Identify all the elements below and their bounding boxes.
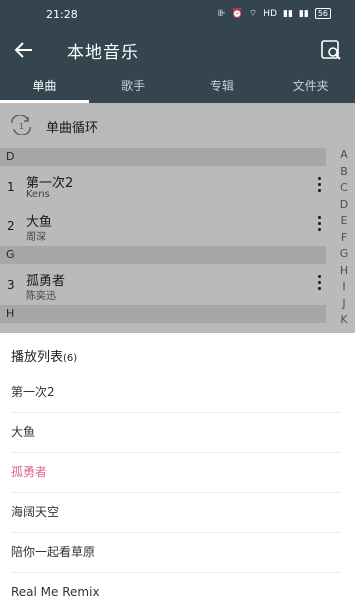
- tab-albums[interactable]: 专辑: [178, 70, 267, 103]
- index-letter[interactable]: A: [337, 147, 351, 164]
- song-index: 3: [7, 278, 15, 292]
- playlist-item[interactable]: 大鱼: [11, 412, 341, 453]
- section-header-d: D: [0, 148, 326, 166]
- index-letter[interactable]: E: [337, 213, 351, 230]
- play-mode-label: 单曲循环: [46, 121, 99, 136]
- alphabet-index[interactable]: A B C D E F G H I J K: [337, 147, 351, 329]
- song-artist: Kens: [26, 189, 50, 200]
- song-row[interactable]: 3 孤勇者 陈奕迅: [0, 265, 340, 304]
- index-letter[interactable]: G: [337, 246, 351, 263]
- playlist-item[interactable]: 陪你一起看草原: [11, 532, 341, 573]
- section-header-g: G: [0, 246, 326, 264]
- wifi-icon: ⌔: [248, 9, 258, 19]
- song-row[interactable]: 1 第一次2 Kens: [0, 167, 340, 206]
- index-letter[interactable]: F: [337, 230, 351, 247]
- playlist-title-text: 播放列表: [11, 350, 64, 365]
- song-artist: 周深: [26, 232, 46, 243]
- index-letter[interactable]: D: [337, 197, 351, 214]
- playlist-title: 播放列表(6): [11, 346, 77, 365]
- battery-icon: 56: [314, 8, 331, 19]
- index-letter[interactable]: B: [337, 164, 351, 181]
- section-header-h: H: [0, 305, 326, 323]
- status-icons: ⊪ ⏰ ⌔ HD ▮▮ ▮▮ 56: [218, 8, 331, 19]
- playlist-count: (6): [63, 353, 78, 364]
- status-bar: 21:28 ⊪ ⏰ ⌔ HD ▮▮ ▮▮ 56: [0, 0, 355, 30]
- index-letter[interactable]: J: [337, 296, 351, 313]
- signal-icon: ▮▮: [283, 8, 293, 19]
- tab-folders[interactable]: 文件夹: [266, 70, 355, 103]
- song-index: 1: [7, 180, 15, 194]
- alarm-icon: ⏰: [231, 8, 243, 19]
- tab-songs[interactable]: 单曲: [0, 70, 89, 103]
- signal2-icon: ▮▮: [298, 8, 309, 19]
- title-bar: 本地音乐: [0, 30, 355, 70]
- playlist-item[interactable]: 第一次2: [11, 372, 341, 413]
- play-mode-row[interactable]: 1 单曲循环: [0, 103, 355, 148]
- song-row[interactable]: 2 大鱼 周深: [0, 206, 340, 245]
- more-options-icon[interactable]: [314, 175, 324, 197]
- tab-bar: 单曲 歌手 专辑 文件夹: [0, 70, 355, 103]
- playlist-item[interactable]: Real Me Remix: [11, 572, 341, 612]
- svg-text:1: 1: [19, 122, 24, 131]
- page-title: 本地音乐: [67, 43, 139, 63]
- search-icon[interactable]: [319, 38, 343, 62]
- song-index: 2: [7, 219, 15, 233]
- repeat-one-icon: 1: [11, 115, 31, 135]
- back-arrow-icon[interactable]: [13, 39, 35, 61]
- playlist-item-current[interactable]: 孤勇者: [11, 452, 341, 493]
- playlist-item[interactable]: 海阔天空: [11, 492, 341, 533]
- index-letter[interactable]: I: [337, 279, 351, 296]
- tab-artists[interactable]: 歌手: [89, 70, 178, 103]
- hd-label: HD: [263, 8, 277, 19]
- more-options-icon[interactable]: [314, 214, 324, 236]
- index-letter[interactable]: H: [337, 263, 351, 280]
- song-artist: 陈奕迅: [26, 291, 56, 302]
- playlist-sheet: 播放列表(6) 第一次2 大鱼 孤勇者 海阔天空 陪你一起看草原 Real Me…: [0, 333, 355, 599]
- song-list: 1 单曲循环 D 1 第一次2 Kens 2 大鱼 周深 G 3 孤勇者 陈奕迅…: [0, 103, 355, 333]
- nfc-icon: ⊪: [217, 8, 226, 19]
- index-letter[interactable]: C: [337, 180, 351, 197]
- more-options-icon[interactable]: [314, 273, 324, 295]
- status-time: 21:28: [46, 8, 78, 21]
- app-header: 21:28 ⊪ ⏰ ⌔ HD ▮▮ ▮▮ 56 本地音乐 单曲 歌手 专辑 文件…: [0, 0, 355, 103]
- index-letter[interactable]: K: [337, 312, 351, 329]
